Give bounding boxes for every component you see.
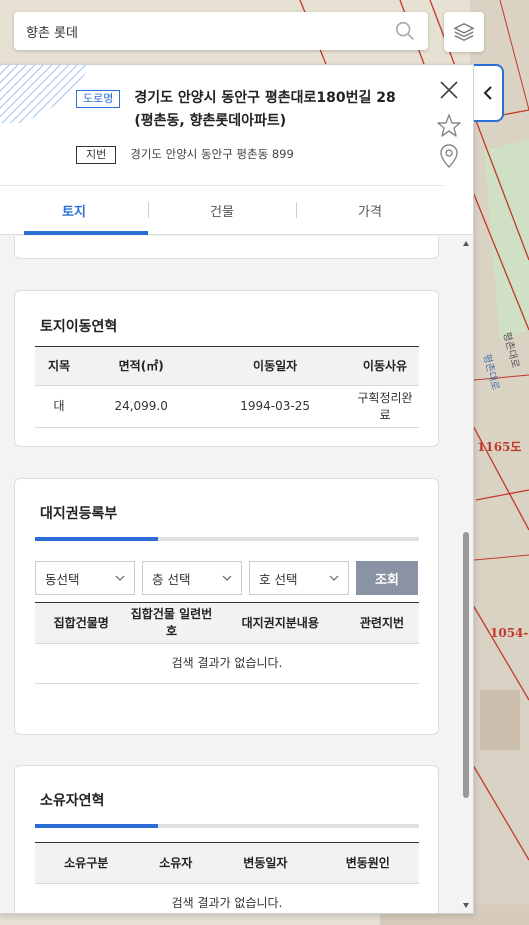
site-rights-filters: 동선택 층 선택 호 선택 조회 [35, 561, 418, 595]
floor-select[interactable]: 층 선택 [142, 561, 242, 595]
site-rights-title: 대지권등록부 [40, 506, 118, 522]
panel-scroll-area[interactable]: 토지이동연혁 지목 면적(㎡) 이동일자 이동사유 대 24,099.0 199… [0, 236, 473, 913]
table-header: 집합건물 일련번호 [127, 602, 216, 644]
map-parcel-label: 1054-7 [490, 626, 529, 640]
table-header: 대지권지분내용 [215, 602, 345, 644]
land-history-title: 토지이동연혁 [40, 319, 118, 335]
land-history-table: 지목 면적(㎡) 이동일자 이동사유 대 24,099.0 1994-03-25… [35, 346, 419, 428]
chevron-left-icon [483, 86, 492, 100]
dong-select[interactable]: 동선택 [35, 561, 135, 595]
jibun-address-badge: 지번 [76, 146, 117, 164]
section-underline [35, 537, 419, 541]
chevron-down-icon [222, 575, 232, 581]
panel-scrollbar[interactable] [459, 236, 473, 913]
site-rights-card: 대지권등록부 동선택 층 선택 호 선택 조회 집합건물명 집합건물 일련번호 … [14, 478, 439, 735]
table-empty-row: 검색 결과가 없습니다. [35, 883, 419, 913]
table-header: 집합건물명 [35, 602, 128, 644]
road-address-row: 도로명 경기도 안양시 동안구 평촌대로180번길 28 (평촌동, 향촌롯데아… [76, 90, 414, 133]
floor-select-value: 층 선택 [152, 571, 191, 587]
empty-result-text: 검색 결과가 없습니다. [35, 883, 419, 913]
table-header: 이동사유 [351, 346, 419, 386]
table-cell: 구획정리완료 [351, 385, 419, 428]
chevron-down-icon [115, 575, 125, 581]
table-header: 이동일자 [199, 346, 351, 386]
unit-select[interactable]: 호 선택 [249, 561, 349, 595]
site-rights-table: 집합건물명 집합건물 일련번호 대지권지분내용 관련지번 검색 결과가 없습니다… [35, 602, 419, 684]
search-bar[interactable]: 향촌 롯데 [14, 12, 428, 50]
owner-history-title: 소유자연혁 [40, 793, 105, 809]
layers-button[interactable] [444, 12, 484, 52]
panel-header: 도로명 경기도 안양시 동안구 평촌대로180번길 28 (평촌동, 향촌롯데아… [0, 65, 473, 235]
unit-select-value: 호 선택 [259, 571, 298, 587]
table-header: 소유구분 [35, 842, 138, 884]
table-cell: 24,099.0 [83, 385, 200, 428]
table-cell: 대 [35, 385, 84, 428]
detail-panel: 도로명 경기도 안양시 동안구 평촌대로180번길 28 (평촌동, 향촌롯데아… [0, 64, 474, 914]
location-pin-icon[interactable] [439, 143, 459, 169]
empty-result-text: 검색 결과가 없습니다. [35, 643, 419, 684]
road-address: 경기도 안양시 동안구 평촌대로180번길 28 (평촌동, 향촌롯데아파트) [134, 90, 396, 129]
scroll-down-icon[interactable] [462, 901, 470, 909]
star-icon[interactable] [436, 113, 462, 139]
table-cell: 1994-03-25 [199, 385, 351, 428]
query-button[interactable]: 조회 [356, 561, 418, 595]
dong-select-value: 동선택 [45, 571, 80, 587]
tab-land[interactable]: 토지 [0, 186, 148, 235]
scrollbar-thumb[interactable] [463, 532, 469, 798]
table-header: 변동일자 [214, 842, 317, 884]
table-header: 지목 [35, 346, 84, 386]
owner-history-table: 소유구분 소유자 변동일자 변동원인 검색 결과가 없습니다. [35, 842, 419, 913]
table-header: 변동원인 [316, 842, 419, 884]
chevron-down-icon [329, 575, 339, 581]
search-input[interactable]: 향촌 롯데 [26, 22, 394, 41]
section-underline [35, 824, 419, 828]
close-icon[interactable] [438, 79, 460, 101]
map-parcel-label: 1165도 [477, 440, 522, 454]
detail-tabs: 토지 건물 가격 [0, 185, 444, 235]
jibun-address: 경기도 안양시 동안구 평촌동 899 [130, 147, 294, 161]
table-header: 관련지번 [344, 602, 419, 644]
jibun-address-row: 지번 경기도 안양시 동안구 평촌동 899 [76, 146, 294, 164]
layers-icon [453, 22, 475, 42]
scroll-up-icon[interactable] [462, 240, 470, 248]
search-icon[interactable] [394, 20, 416, 42]
road-address-badge: 도로명 [76, 90, 121, 108]
tab-building[interactable]: 건물 [148, 186, 296, 235]
owner-history-card: 소유자연혁 소유구분 소유자 변동일자 변동원인 검색 결과가 없습니다. [14, 765, 439, 913]
previous-card [14, 236, 439, 259]
collapse-panel-button[interactable] [474, 64, 504, 122]
table-header: 소유자 [137, 842, 215, 884]
table-header: 면적(㎡) [83, 346, 200, 386]
table-empty-row: 검색 결과가 없습니다. [35, 643, 419, 684]
table-row: 대 24,099.0 1994-03-25 구획정리완료 [35, 385, 419, 428]
land-history-card: 토지이동연혁 지목 면적(㎡) 이동일자 이동사유 대 24,099.0 199… [14, 290, 439, 447]
tab-price[interactable]: 가격 [296, 186, 444, 235]
